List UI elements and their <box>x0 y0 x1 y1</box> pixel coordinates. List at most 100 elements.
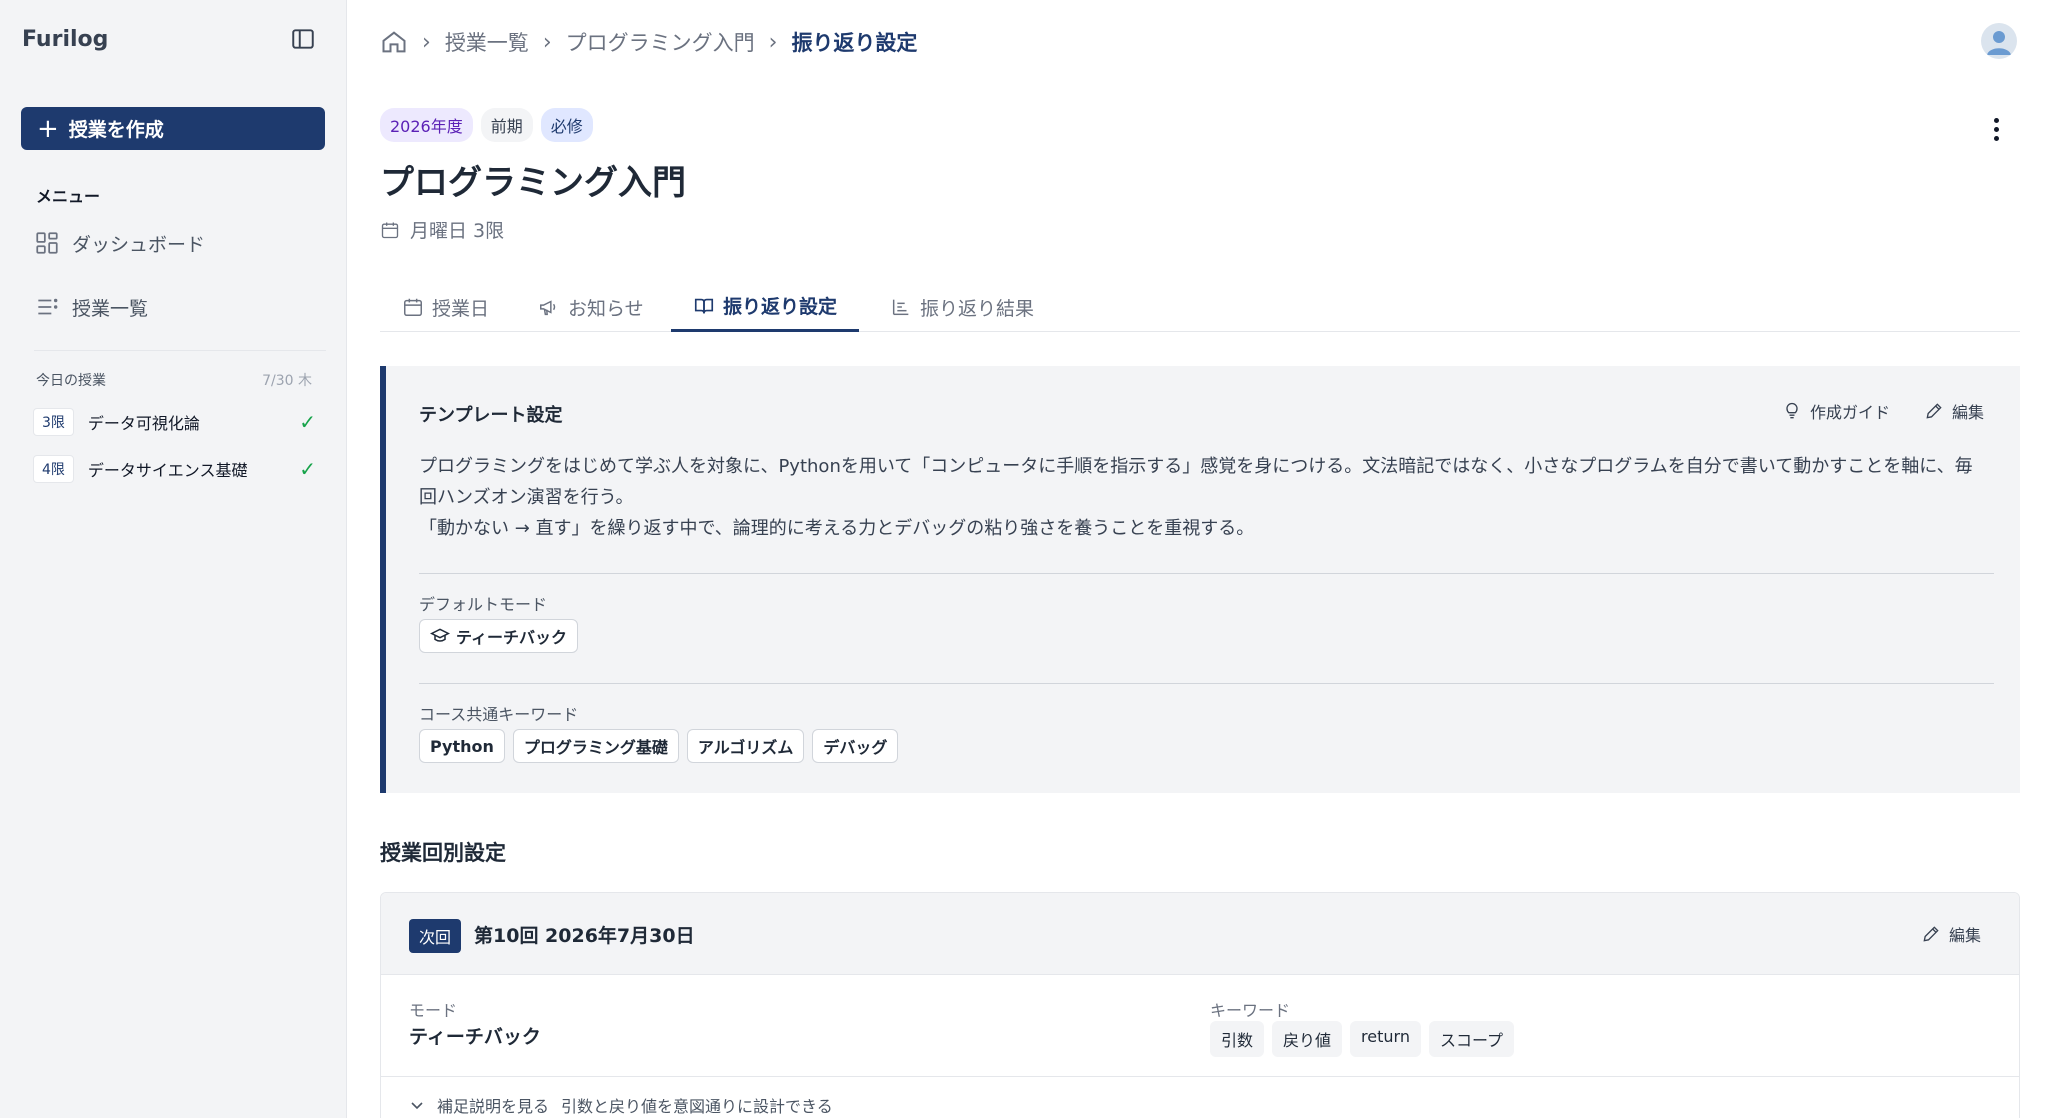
breadcrumb-course[interactable]: プログラミング入門 <box>566 27 755 57</box>
sidebar-item-dashboard[interactable]: ダッシュボード <box>34 226 324 260</box>
megaphone-icon <box>538 296 560 318</box>
chart-icon <box>890 296 912 318</box>
template-actions: 作成ガイド 編集 <box>1782 399 1984 423</box>
keyword-chip: アルゴリズム <box>686 729 805 763</box>
today-heading-row: 今日の授業 7/30 木 <box>36 370 312 390</box>
session-card-header: 次回 第10回 2026年7月30日 編集 <box>381 893 2019 975</box>
keyword-chip: プログラミング基礎 <box>512 729 679 763</box>
pencil-icon <box>1924 401 1944 421</box>
session-settings-heading: 授業回別設定 <box>380 841 506 865</box>
keyword-chip: 引数 <box>1210 1021 1265 1057</box>
divider <box>419 683 1994 684</box>
keyword-chip: スコープ <box>1428 1021 1514 1057</box>
tab-reflection-results[interactable]: 振り返り結果 <box>868 282 1056 332</box>
edit-template-button[interactable]: 編集 <box>1924 399 1984 423</box>
sidebar-item-label: ダッシュボード <box>72 233 206 256</box>
tab-label: 授業日 <box>432 297 490 320</box>
app-brand: Furilog <box>22 27 109 52</box>
period-badge: 3限 <box>33 408 74 436</box>
template-description: プログラミングをはじめて学ぶ人を対象に、Pythonを用いて「コンピュータに手順… <box>419 451 1989 544</box>
breadcrumb-courses[interactable]: 授業一覧 <box>445 27 529 57</box>
edit-label: 編集 <box>1948 926 1981 945</box>
class-title: データ可視化論 <box>87 414 200 433</box>
edit-label: 編集 <box>1951 403 1984 422</box>
create-course-label: 授業を作成 <box>68 119 164 141</box>
course-keywords-label: コース共通キーワード <box>419 705 579 724</box>
period-badge: 4限 <box>33 455 74 483</box>
keyword-chip: Python <box>419 729 505 763</box>
sidebar-item-courses[interactable]: 授業一覧 <box>34 290 324 324</box>
keywords-label: キーワード <box>1210 1001 1291 1020</box>
tab-bar: 授業日 お知らせ 振り返り設定 振り返り結果 <box>380 282 2020 332</box>
term-tag: 前期 <box>480 108 533 142</box>
more-options-icon[interactable] <box>1986 116 2006 142</box>
breadcrumb-current: 振り返り設定 <box>791 31 918 55</box>
breadcrumb: › 授業一覧 › プログラミング入門 › 振り返り設定 <box>380 24 917 60</box>
chevron-right-icon: › <box>422 29 431 55</box>
mode-label: モード <box>409 1001 458 1020</box>
tab-label: 振り返り設定 <box>723 296 838 318</box>
plus-icon: + <box>37 113 59 144</box>
session-title: 第10回 2026年7月30日 <box>474 925 695 947</box>
menu-heading: メニュー <box>36 187 101 206</box>
course-keywords: Python プログラミング基礎 アルゴリズム デバッグ <box>419 729 899 763</box>
chevron-right-icon: › <box>542 29 552 55</box>
session-keywords: 引数 戻り値 return スコープ <box>1210 1021 1514 1057</box>
class-title: データサイエンス基礎 <box>87 461 248 480</box>
user-avatar[interactable] <box>1981 23 2017 59</box>
keyword-chip: 戻り値 <box>1272 1021 1343 1057</box>
sidebar-item-label: 授業一覧 <box>72 297 149 320</box>
today-class-item[interactable]: 4限 データサイエンス基礎 ✓ <box>33 452 316 486</box>
course-tags: 2026年度 前期 必修 <box>380 108 593 142</box>
divider <box>419 573 1994 574</box>
chevron-right-icon: › <box>768 29 778 55</box>
schedule-text: 月曜日 3限 <box>410 220 505 242</box>
tab-class-days[interactable]: 授業日 <box>380 282 511 332</box>
tab-announcements[interactable]: お知らせ <box>516 282 666 332</box>
description-line: 「動かない → 直す」を繰り返す中で、論理的に考える力とデバッグの粘り強さを養う… <box>419 518 1255 539</box>
graduation-cap-icon <box>430 626 450 646</box>
chevron-down-icon <box>409 1097 425 1113</box>
template-title: テンプレート設定 <box>419 405 563 426</box>
default-mode-value: ティーチバック <box>456 628 568 647</box>
sidebar: Furilog + 授業を作成 メニュー ダッシュボード 授業一覧 今日の授業 <box>0 0 347 1118</box>
course-schedule: 月曜日 3限 <box>380 216 504 243</box>
mode-value: ティーチバック <box>409 1026 541 1048</box>
create-course-button[interactable]: + 授業を作成 <box>21 107 325 150</box>
check-icon: ✓ <box>299 410 316 434</box>
pencil-icon <box>1921 924 1941 944</box>
tab-reflection-settings[interactable]: 振り返り設定 <box>671 282 860 332</box>
next-badge: 次回 <box>409 919 462 953</box>
expand-label: 補足説明を見る <box>437 1097 550 1116</box>
session-card: 次回 第10回 2026年7月30日 編集 モード ティーチバック キーワード … <box>380 892 2020 1118</box>
default-mode-label: デフォルトモード <box>419 595 548 614</box>
today-date: 7/30 木 <box>262 373 312 389</box>
sidebar-toggle-icon[interactable] <box>290 26 316 52</box>
default-mode-chip: ティーチバック <box>419 619 579 653</box>
today-heading: 今日の授業 <box>36 373 106 389</box>
description-line: プログラミングをはじめて学ぶ人を対象に、Pythonを用いて「コンピュータに手順… <box>419 456 1973 508</box>
expand-summary: 引数と戻り値を意図通りに設計できる <box>561 1097 833 1116</box>
home-icon[interactable] <box>380 28 408 56</box>
keyword-chip: デバッグ <box>812 729 899 763</box>
lightbulb-icon <box>1782 401 1802 421</box>
template-settings-card: テンプレート設定 作成ガイド 編集 プログラミングをはじめて学ぶ人を対象に、Py… <box>380 366 2020 793</box>
book-icon <box>693 295 715 317</box>
required-tag: 必修 <box>540 108 593 142</box>
guide-label: 作成ガイド <box>1809 403 1890 422</box>
year-tag: 2026年度 <box>380 108 473 142</box>
edit-session-button[interactable]: 編集 <box>1921 922 1981 946</box>
today-class-item[interactable]: 3限 データ可視化論 ✓ <box>33 405 316 439</box>
calendar-icon <box>380 220 400 240</box>
sidebar-divider <box>34 350 326 351</box>
tab-label: お知らせ <box>568 297 644 320</box>
keyword-chip: return <box>1350 1021 1421 1057</box>
list-icon <box>34 294 60 320</box>
check-icon: ✓ <box>299 457 316 481</box>
guide-button[interactable]: 作成ガイド <box>1782 399 1890 423</box>
page-title: プログラミング入門 <box>380 163 686 203</box>
tab-label: 振り返り結果 <box>920 297 1035 320</box>
dashboard-icon <box>34 230 60 256</box>
divider <box>381 1076 2019 1077</box>
expand-details-toggle[interactable]: 補足説明を見る 引数と戻り値を意図通りに設計できる <box>409 1093 833 1117</box>
